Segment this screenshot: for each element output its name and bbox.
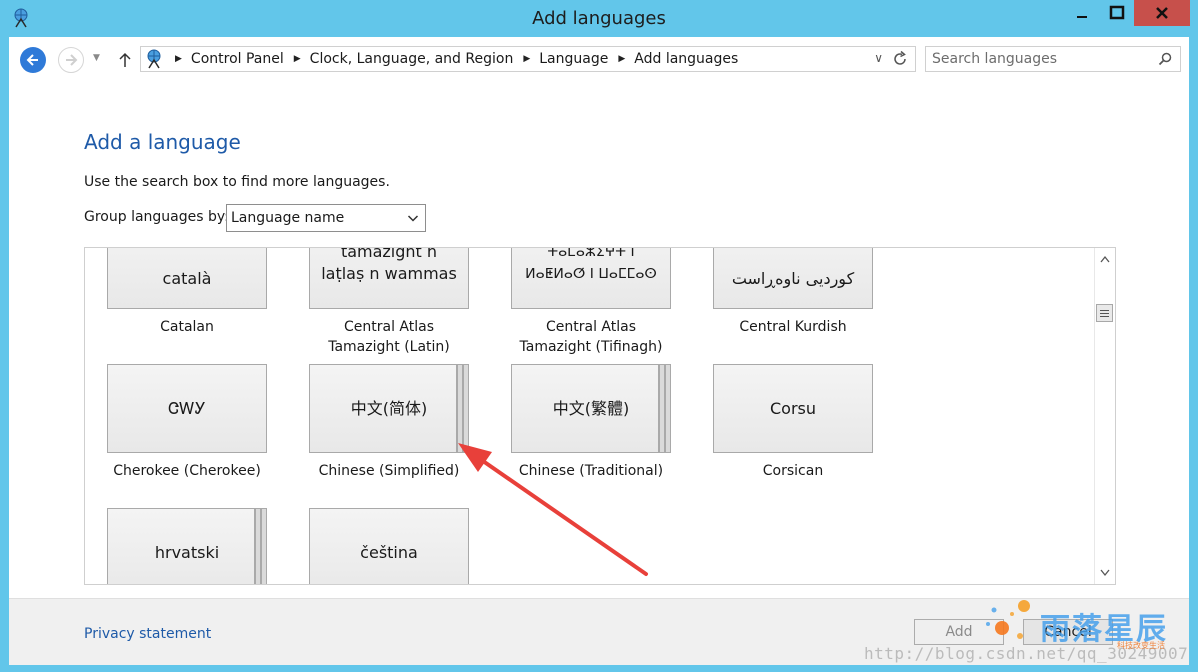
language-tile-central-atlas-tamazight-tifinagh[interactable]: ⵜⴰⵎⴰⵣⵉⵖⵜ ⵏ ⵍⴰⵟⵍⴰⵚ ⵏ ⵡⴰⵎⵎⴰⵙ Central Atlas… xyxy=(511,248,671,357)
language-name: Chinese (Simplified) xyxy=(318,463,460,479)
language-name: Corsican xyxy=(762,463,824,479)
breadcrumb-separator-icon[interactable]: ▶ xyxy=(618,54,625,64)
arrow-right-icon xyxy=(66,54,78,66)
forward-button[interactable] xyxy=(58,47,84,73)
watermark-logo-icon xyxy=(986,600,1030,639)
close-icon xyxy=(1156,7,1168,19)
group-by-label: Group languages by: xyxy=(84,209,229,225)
page-title: Add a language xyxy=(84,130,241,154)
language-native-name[interactable]: čeština xyxy=(309,508,469,584)
language-name: Central Atlas Tamazight (Latin) xyxy=(328,319,450,355)
group-by-select[interactable]: Language name xyxy=(226,204,426,232)
language-tile-central-atlas-tamazight-latin[interactable]: tamazight n laṭlaṣ n wammas Central Atla… xyxy=(309,248,469,357)
window-client: ▼ ▶ Control Panel ▶ Clock, Language, and… xyxy=(9,37,1189,665)
chevron-down-icon xyxy=(407,215,419,222)
back-button[interactable] xyxy=(20,47,46,73)
language-tile-chinese-traditional[interactable]: 中文(繁體) Chinese (Traditional) xyxy=(511,364,671,481)
navigation-bar: ▼ ▶ Control Panel ▶ Clock, Language, and… xyxy=(9,37,1189,83)
maximize-button[interactable] xyxy=(1100,0,1134,26)
chevron-down-icon xyxy=(1100,569,1110,577)
search-box[interactable] xyxy=(925,46,1181,72)
arrow-up-icon xyxy=(119,52,131,67)
group-by-value: Language name xyxy=(231,210,345,226)
language-name: Central Atlas Tamazight (Tifinagh) xyxy=(519,319,663,355)
language-native-name[interactable]: català xyxy=(107,248,267,309)
breadcrumb-item[interactable]: Add languages xyxy=(634,51,738,67)
language-native-name[interactable]: Corsu xyxy=(713,364,873,453)
breadcrumb-item[interactable]: Language xyxy=(539,51,608,67)
close-button[interactable] xyxy=(1134,0,1190,26)
breadcrumb-separator-icon[interactable]: ▶ xyxy=(294,54,301,64)
language-name: Chinese (Traditional) xyxy=(518,463,664,479)
language-tile-czech[interactable]: čeština xyxy=(309,508,469,584)
language-native-name[interactable]: کوردیی ناوەڕاست xyxy=(713,248,873,309)
minimize-icon xyxy=(1077,16,1087,18)
language-tile-central-kurdish[interactable]: کوردیی ناوەڕاست Central Kurdish xyxy=(713,248,873,337)
scroll-down-button[interactable] xyxy=(1096,564,1114,582)
search-hint: Use the search box to find more language… xyxy=(84,174,390,190)
breadcrumb-item[interactable]: Control Panel xyxy=(191,51,284,67)
language-list[interactable]: català Catalan tamazight n laṭlaṣ n wamm… xyxy=(84,247,1116,585)
title-bar: Add languages xyxy=(0,0,1198,37)
breadcrumb-separator-icon: ▶ xyxy=(175,54,182,64)
breadcrumb-separator-icon[interactable]: ▶ xyxy=(523,54,530,64)
breadcrumb: ▶ Control Panel ▶ Clock, Language, and R… xyxy=(165,51,738,67)
privacy-statement-link[interactable]: Privacy statement xyxy=(84,626,211,642)
language-tile-croatian[interactable]: hrvatski xyxy=(107,508,267,584)
maximize-icon xyxy=(1109,5,1125,20)
refresh-icon[interactable] xyxy=(891,50,909,68)
search-input[interactable] xyxy=(932,51,1152,67)
language-name: Cherokee (Cherokee) xyxy=(113,463,261,479)
language-tile-corsican[interactable]: Corsu Corsican xyxy=(713,364,873,481)
search-icon[interactable] xyxy=(1158,52,1172,66)
recent-locations-dropdown[interactable]: ▼ xyxy=(93,53,100,63)
arrow-left-icon xyxy=(26,54,38,66)
watermark-subtitle: 科技改变生活 xyxy=(1117,641,1165,650)
minimize-button[interactable] xyxy=(1064,0,1100,26)
vertical-scrollbar[interactable] xyxy=(1094,248,1115,584)
language-native-name[interactable]: ⵜⴰⵎⴰⵣⵉⵖⵜ ⵏ ⵍⴰⵟⵍⴰⵚ ⵏ ⵡⴰⵎⵎⴰⵙ xyxy=(511,248,671,309)
language-native-name[interactable]: 中文(繁體) xyxy=(511,364,671,453)
up-button[interactable] xyxy=(115,49,135,71)
language-name: Catalan xyxy=(160,319,214,335)
scroll-up-button[interactable] xyxy=(1096,250,1114,268)
window-title: Add languages xyxy=(532,8,666,29)
language-native-name[interactable]: tamazight n laṭlaṣ n wammas xyxy=(309,248,469,309)
language-tile-chinese-simplified[interactable]: 中文(简体) Chinese (Simplified) xyxy=(309,364,469,481)
scroll-thumb[interactable] xyxy=(1096,304,1113,322)
control-panel-icon xyxy=(147,49,161,69)
address-bar[interactable]: ▶ Control Panel ▶ Clock, Language, and R… xyxy=(140,46,916,72)
chevron-up-icon xyxy=(1100,255,1110,263)
language-native-name[interactable]: ᏣᎳᎩ xyxy=(107,364,267,453)
language-native-name[interactable]: hrvatski xyxy=(107,508,267,584)
address-history-dropdown[interactable]: ∨ xyxy=(874,51,883,65)
language-tile-cherokee[interactable]: ᏣᎳᎩ Cherokee (Cherokee) xyxy=(107,364,267,481)
language-native-name[interactable]: 中文(简体) xyxy=(309,364,469,453)
breadcrumb-item[interactable]: Clock, Language, and Region xyxy=(310,51,514,67)
language-tile-catalan[interactable]: català Catalan xyxy=(107,248,267,337)
language-name: Central Kurdish xyxy=(739,319,847,335)
